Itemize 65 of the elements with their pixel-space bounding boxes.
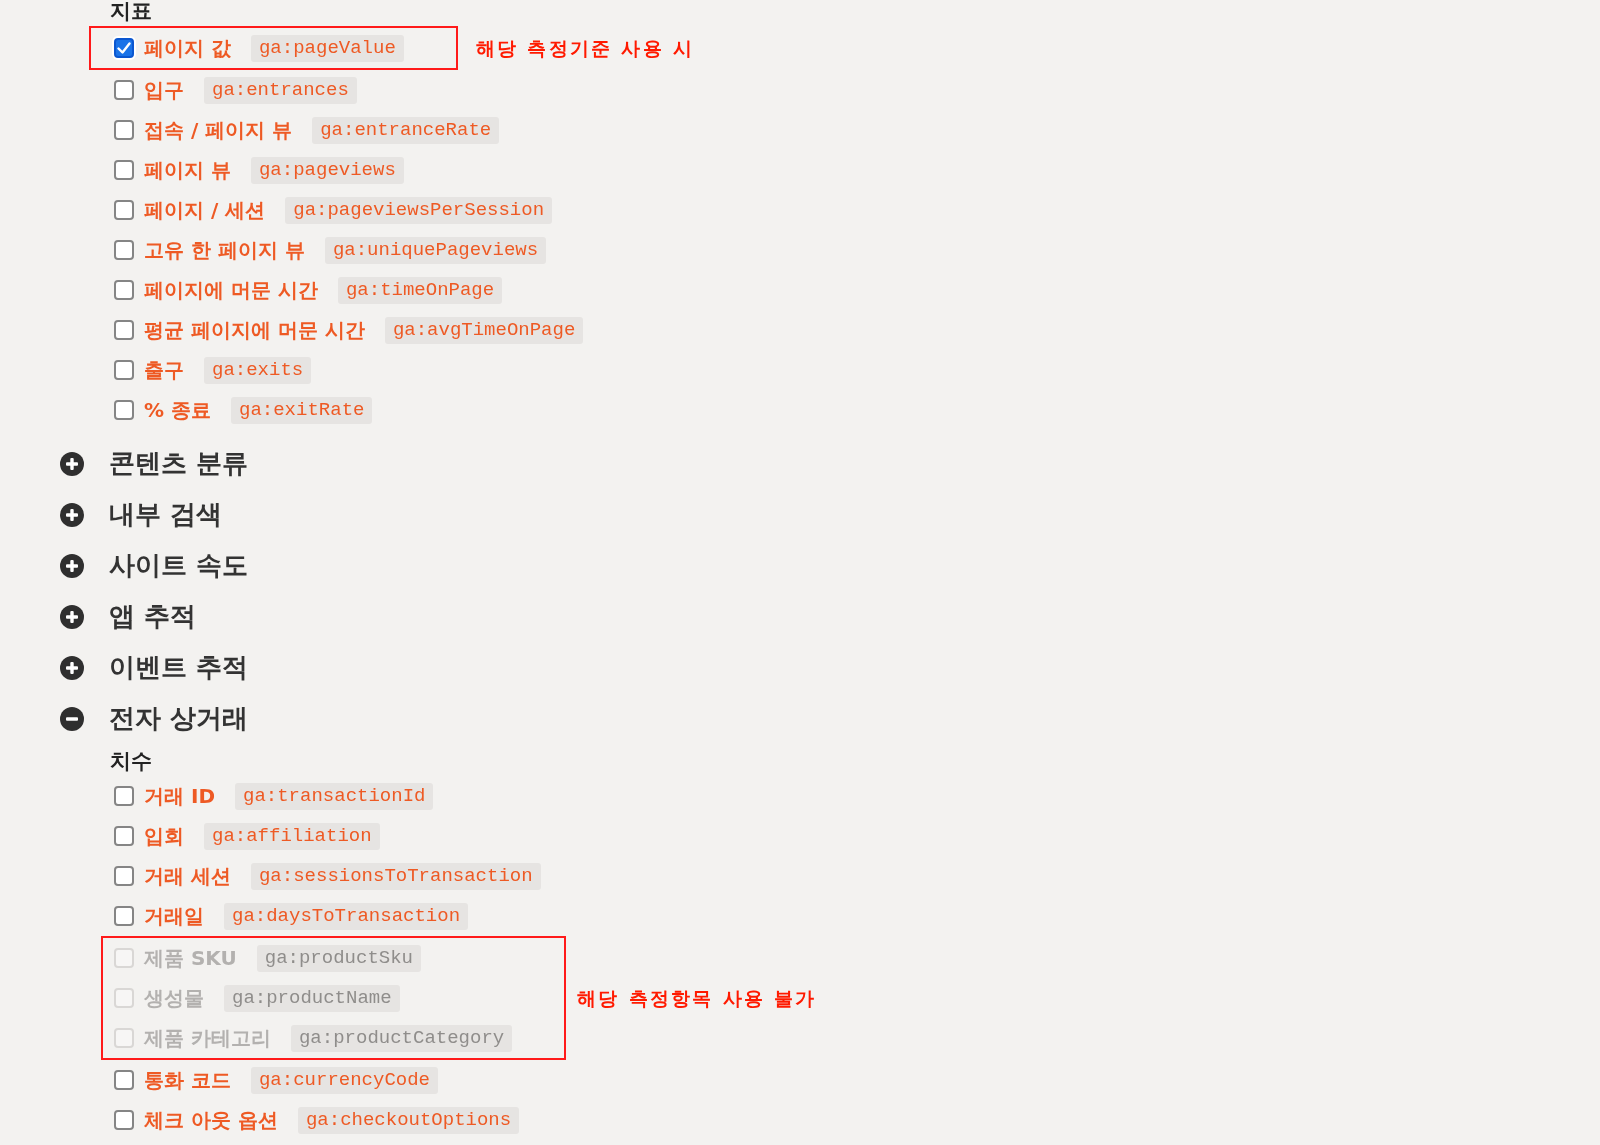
metric-code: ga:avgTimeOnPage [384,316,584,344]
section-header[interactable]: 콘텐츠 분류 [60,438,249,489]
checkbox[interactable] [114,200,134,220]
section-header[interactable]: 전자 상거래 [60,693,249,744]
checkbox[interactable] [114,320,134,340]
metric-label: 출구 [144,357,184,384]
metric-code: ga:exitRate [231,396,373,424]
metric-label: 체크 아웃 옵션 [144,1107,278,1134]
checkbox[interactable] [114,786,134,806]
metric-label: 통화 코드 [144,1067,231,1094]
metric-code: ga:checkoutOptions [297,1106,520,1134]
metric-code: ga:uniquePageviews [324,236,547,264]
metric-code: ga:pageviewsPerSession [285,196,553,224]
section-header[interactable]: 내부 검색 [60,489,223,540]
metric-code: ga:timeOnPage [337,276,503,304]
metric-label: 페이지에 머문 시간 [144,277,318,304]
checkbox[interactable] [114,1070,134,1090]
metric-code: ga:pageValue [250,34,404,62]
metric-label: 접속 / 페이지 뷰 [144,117,293,144]
metric-code: ga:transactionId [235,782,434,810]
metric-code: ga:sessionsToTransaction [250,862,541,890]
callout-note: 해당 측정기준 사용 시 [475,35,694,61]
checkbox[interactable] [114,80,134,100]
metric-label: 페이지 뷰 [144,157,231,184]
checkbox[interactable] [114,360,134,380]
metric-code: ga:daysToTransaction [224,902,469,930]
section-header[interactable]: 이벤트 추적 [60,642,249,693]
callout-note: 해당 측정항목 사용 불가 [577,985,817,1011]
metric-label: 고유 한 페이지 뷰 [144,237,305,264]
checkbox[interactable] [114,826,134,846]
metric-label: % 종료 [144,397,211,424]
group-heading: 지표 [110,0,152,25]
metric-code: ga:affiliation [204,822,380,850]
metric-label: 입구 [144,77,184,104]
metric-label: 거래 ID [144,783,215,810]
check-icon [117,41,131,55]
checkbox[interactable] [114,120,134,140]
metric-label: 입회 [144,823,184,850]
metric-label: 제품 SKU [144,945,237,972]
checkbox[interactable] [114,866,134,886]
metric-code: ga:exits [204,356,312,384]
metric-label: 페이지 / 세션 [144,197,266,224]
checkbox[interactable] [114,280,134,300]
metric-label: 거래 세션 [144,863,231,890]
checkbox[interactable] [114,906,134,926]
metric-code: ga:productName [224,984,400,1012]
metric-label: 평균 페이지에 머문 시간 [144,317,365,344]
checkbox[interactable] [114,38,134,58]
checkbox[interactable] [114,240,134,260]
checkbox[interactable] [114,160,134,180]
metric-code: ga:entrances [204,76,357,104]
metric-code: ga:pageviews [250,156,404,184]
metric-code: ga:productSku [256,944,421,972]
metric-code: ga:productCategory [290,1024,513,1052]
section-header[interactable]: 앱 추적 [60,591,197,642]
metric-code: ga:currencyCode [250,1066,438,1094]
section-header[interactable]: 사이트 속도 [60,540,249,591]
checkbox[interactable] [114,1110,134,1130]
checkbox[interactable] [114,400,134,420]
metric-label: 생성물 [144,985,204,1012]
metric-code: ga:entranceRate [312,116,500,144]
metric-label: 페이지 값 [144,35,231,62]
group-heading: 치수 [110,748,152,775]
metric-label: 거래일 [144,903,204,930]
metric-label: 제품 카테고리 [144,1025,271,1052]
